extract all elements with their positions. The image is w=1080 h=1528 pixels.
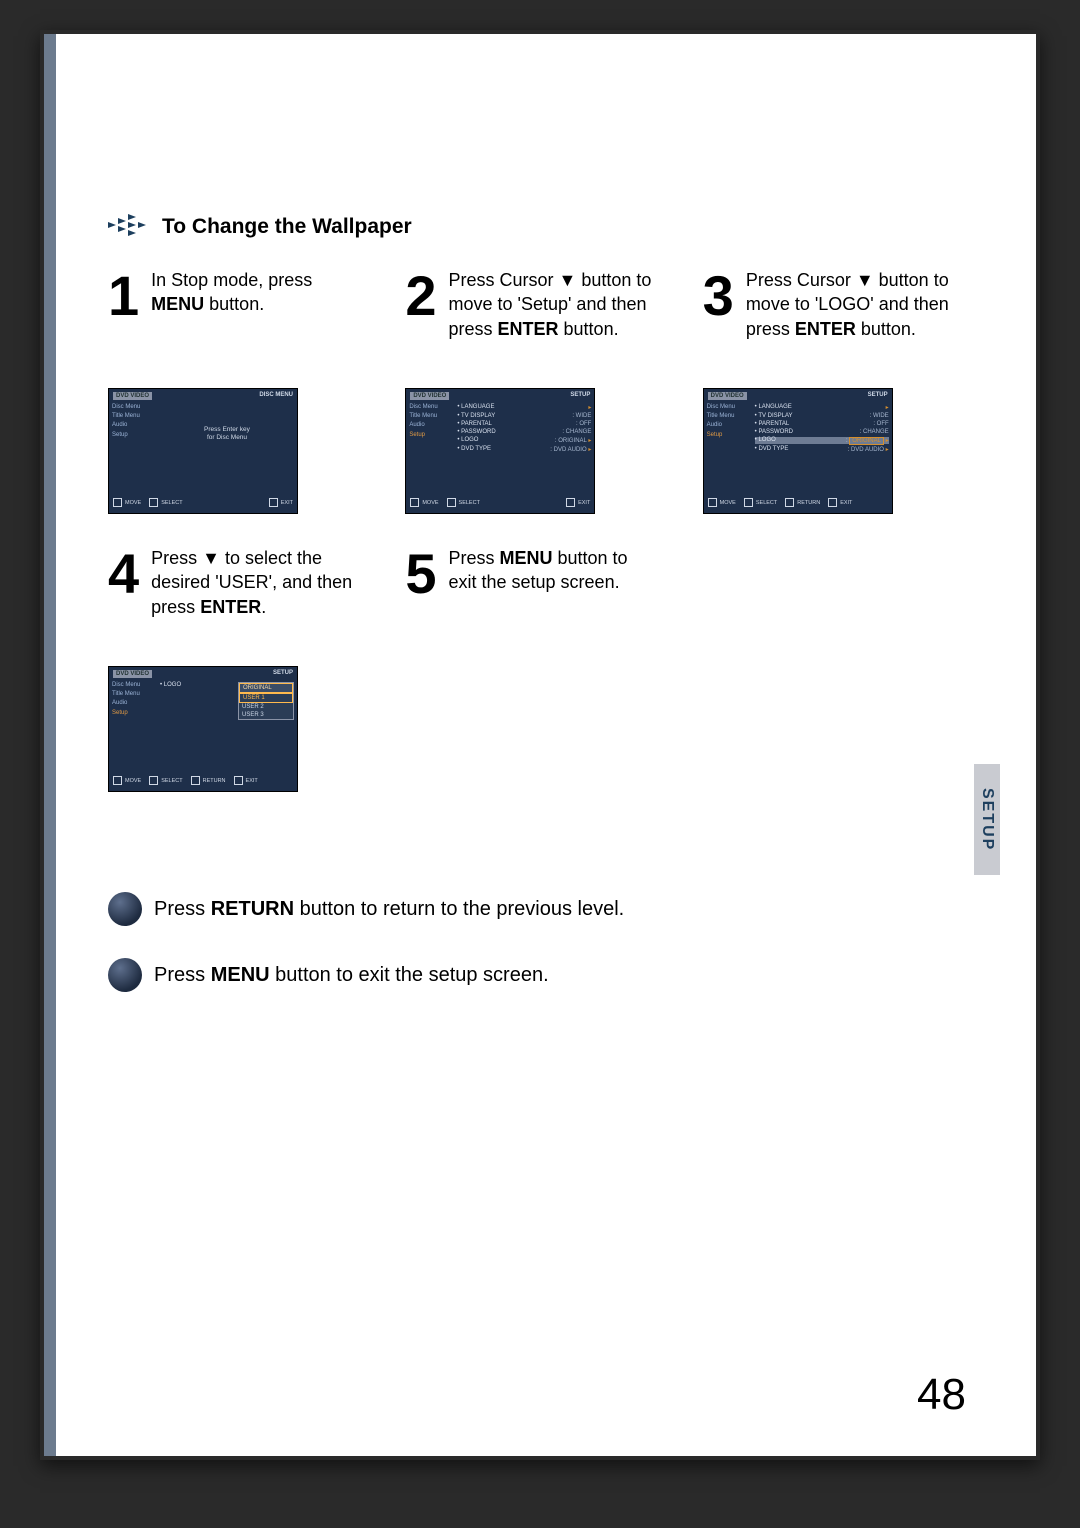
note-text: Press MENU button to exit the setup scre…: [154, 964, 549, 987]
step-desc: Press Cursor ▼ button to move to 'Setup'…: [448, 268, 655, 341]
step-head: 1 In Stop mode, press MENU button.: [108, 268, 358, 368]
center-message: Press Enter key for Disc Menu: [157, 402, 297, 496]
screenshot-2: DVD VIDEO SETUP Disc Menu Title Menu Aud…: [405, 388, 595, 514]
step-desc: Press ▼ to select the desired 'USER', an…: [151, 546, 358, 619]
screenshot-4: DVD VIDEO SETUP Disc Menu Title Menu Aud…: [108, 666, 298, 792]
arrows-icon: [108, 214, 150, 240]
page-content: To Change the Wallpaper 1 In Stop mode, …: [44, 34, 1036, 1456]
screenshot-3: DVD VIDEO SETUP Disc Menu Title Menu Aud…: [703, 388, 893, 514]
note-menu: Press MENU button to exit the setup scre…: [108, 958, 936, 992]
step-desc: In Stop mode, press MENU button.: [151, 268, 358, 317]
steps-grid: 1 In Stop mode, press MENU button. DVD V…: [108, 268, 996, 792]
step-number: 5: [405, 552, 436, 597]
screenshot-1: DVD VIDEO DISC MENU Disc Menu Title Menu…: [108, 388, 298, 514]
bullet-icon: [108, 892, 142, 926]
step-desc: Press MENU button to exit the setup scre…: [448, 546, 655, 595]
page-frame: To Change the Wallpaper 1 In Stop mode, …: [0, 0, 1080, 1528]
step-number: 1: [108, 274, 139, 319]
bullet-icon: [108, 958, 142, 992]
step-number: 2: [405, 274, 436, 319]
manual-page: To Change the Wallpaper 1 In Stop mode, …: [40, 30, 1040, 1460]
note-return: Press RETURN button to return to the pre…: [108, 892, 936, 926]
step-5: 5 Press MENU button to exit the setup sc…: [405, 546, 666, 792]
footer-notes: Press RETURN button to return to the pre…: [108, 892, 996, 992]
note-text: Press RETURN button to return to the pre…: [154, 898, 624, 921]
step-number: 3: [703, 274, 734, 319]
step-1: 1 In Stop mode, press MENU button. DVD V…: [108, 268, 369, 514]
section-header: To Change the Wallpaper: [108, 214, 996, 240]
step-2: 2 Press Cursor ▼ button to move to 'Setu…: [405, 268, 666, 514]
sidebar: Disc Menu Title Menu Audio Setup: [109, 402, 157, 496]
section-tab-setup: SETUP: [974, 764, 1000, 875]
step-3: 3 Press Cursor ▼ button to move to 'LOGO…: [703, 268, 964, 514]
section-title: To Change the Wallpaper: [162, 215, 412, 239]
chip: DVD VIDEO: [113, 392, 152, 400]
step-4: 4 Press ▼ to select the desired 'USER', …: [108, 546, 369, 792]
step-number: 4: [108, 552, 139, 597]
step-desc: Press Cursor ▼ button to move to 'LOGO' …: [746, 268, 953, 341]
page-number: 48: [917, 1370, 966, 1420]
